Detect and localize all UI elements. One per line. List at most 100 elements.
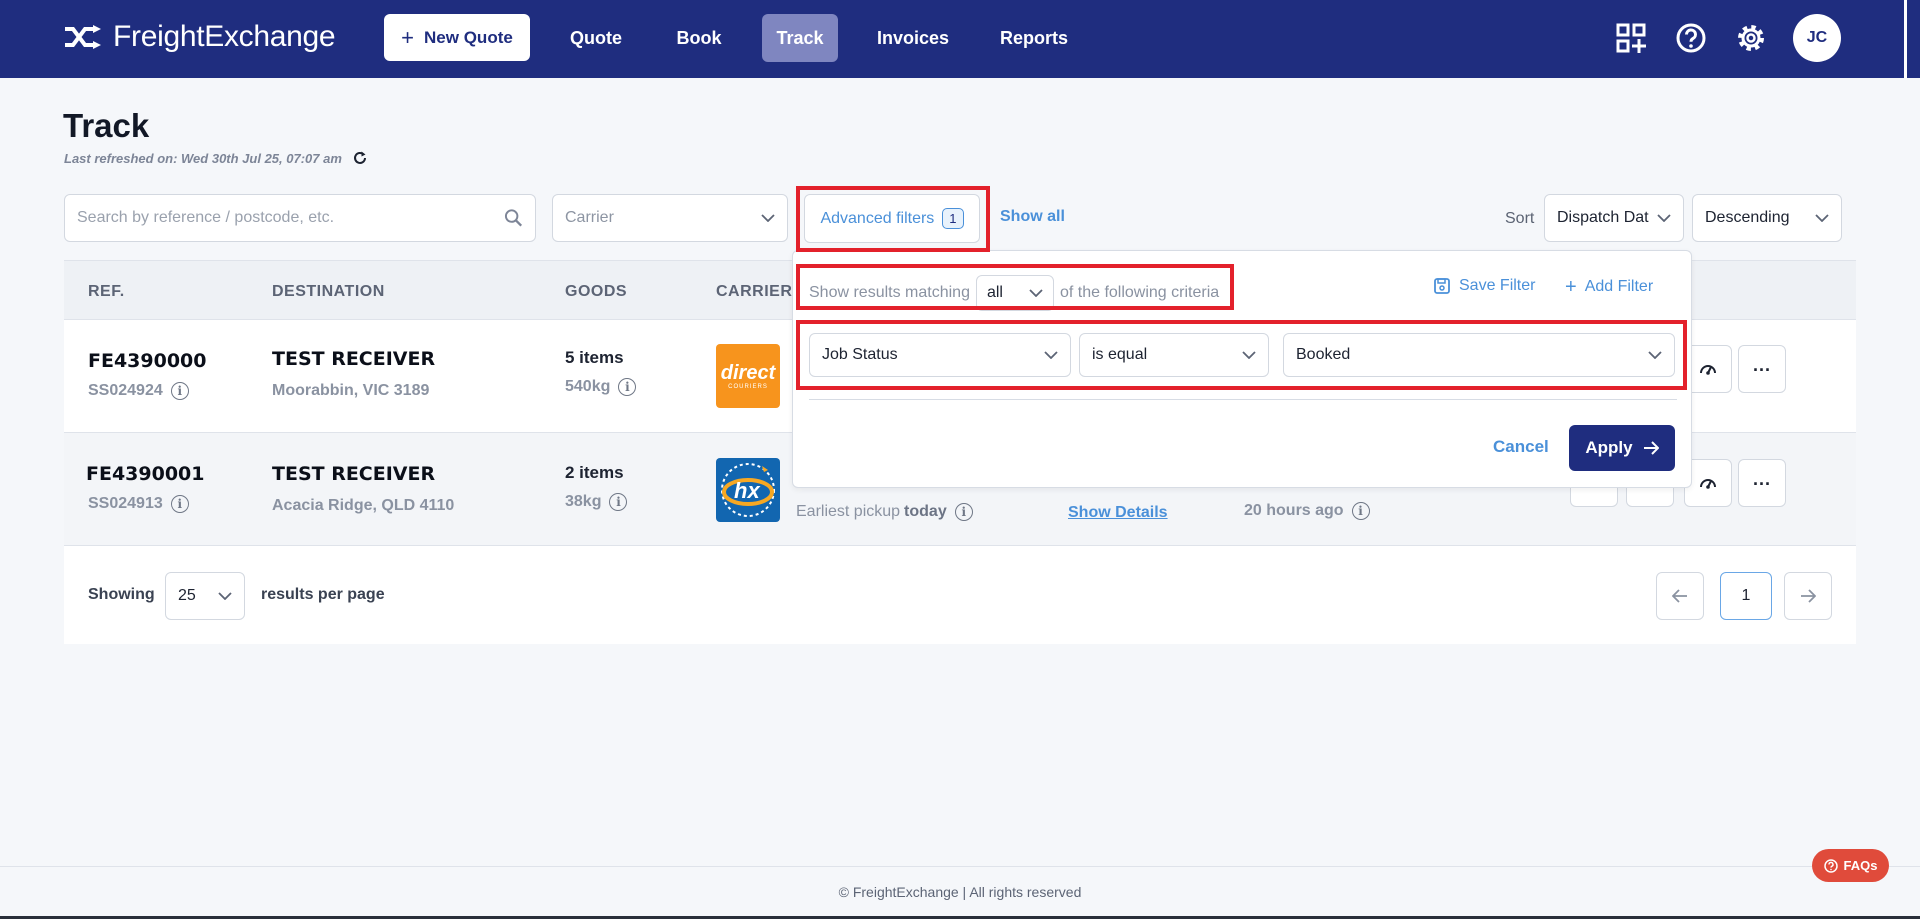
- new-quote-button[interactable]: + New Quote: [384, 14, 530, 61]
- save-filter-button[interactable]: Save Filter: [1433, 277, 1535, 295]
- search-field[interactable]: [64, 194, 536, 242]
- match-criteria-row: Show results matching all of the followi…: [809, 275, 1219, 311]
- goods-weight-text: 38kg: [565, 493, 602, 510]
- nav-link-book[interactable]: Book: [664, 14, 734, 62]
- chevron-down-icon: [1648, 351, 1662, 359]
- nav-link-quote[interactable]: Quote: [560, 14, 632, 62]
- filter-operator-select[interactable]: is equal: [1079, 333, 1269, 377]
- more-options-button[interactable]: ...: [1738, 345, 1786, 393]
- refresh-icon[interactable]: [352, 150, 368, 166]
- prev-page-button[interactable]: [1656, 572, 1704, 620]
- new-quote-label: New Quote: [424, 27, 513, 47]
- nav-link-invoices[interactable]: Invoices: [868, 14, 958, 62]
- carrier-select[interactable]: Carrier: [552, 194, 788, 242]
- arrow-left-icon: [1672, 589, 1687, 603]
- sort-field-select[interactable]: Dispatch Dat: [1544, 194, 1684, 242]
- destination-address: Acacia Ridge, QLD 4110: [272, 497, 455, 514]
- match-suffix: of the following criteria: [1059, 284, 1220, 301]
- goods-items: 5 items: [565, 348, 624, 367]
- logo-word: hx: [734, 478, 760, 503]
- filter-value-select[interactable]: Booked: [1283, 333, 1675, 377]
- help-icon[interactable]: [1671, 18, 1711, 58]
- filter-value-value: Booked: [1296, 346, 1351, 363]
- job-reference[interactable]: FE4390001: [86, 463, 205, 485]
- apply-button[interactable]: Apply: [1569, 425, 1675, 471]
- show-details-link[interactable]: Show Details: [1068, 504, 1168, 522]
- pickup-when: today: [904, 503, 947, 520]
- chevron-down-icon: [218, 592, 232, 600]
- goods-weight: 540kg i: [565, 378, 637, 396]
- more-options-button[interactable]: ...: [1738, 459, 1786, 507]
- search-input[interactable]: [77, 209, 504, 227]
- grid-plus-icon[interactable]: [1611, 18, 1651, 58]
- logo-subword: COURIERS: [728, 383, 768, 390]
- info-icon[interactable]: i: [1351, 502, 1370, 520]
- footer-copyright: © FreightExchange | All rights reserved: [838, 884, 1082, 900]
- match-prefix: Show results matching: [809, 284, 970, 301]
- filter-field-value: Job Status: [822, 346, 898, 363]
- last-refreshed-row: Last refreshed on: Wed 30th Jul 25, 07:0…: [64, 150, 368, 166]
- sort-order-value: Descending: [1705, 209, 1790, 226]
- info-icon[interactable]: i: [170, 382, 189, 400]
- chevron-down-icon: [761, 214, 775, 222]
- per-page-select[interactable]: 25: [165, 572, 245, 620]
- sub-reference: SS024924 i: [88, 382, 189, 400]
- user-avatar[interactable]: JC: [1793, 14, 1841, 62]
- filter-operator-value: is equal: [1092, 346, 1148, 363]
- brand-logo[interactable]: FreightExchange: [63, 20, 336, 54]
- hx-logo: hx: [716, 458, 780, 522]
- add-filter-button[interactable]: + Add Filter: [1565, 277, 1653, 297]
- gauge-icon: [1700, 479, 1716, 489]
- plus-icon: +: [1565, 276, 1577, 298]
- job-reference[interactable]: FE4390000: [88, 350, 207, 372]
- plus-icon: +: [401, 24, 415, 50]
- goods-weight: 38kg i: [565, 493, 628, 511]
- sub-reference-text: SS024913: [88, 495, 163, 512]
- advanced-filters-label: Advanced filters: [820, 209, 935, 227]
- sub-reference: SS024913 i: [88, 495, 189, 513]
- goods-items: 2 items: [565, 463, 624, 482]
- gear-icon[interactable]: [1731, 18, 1771, 58]
- more-icon: ...: [1752, 468, 1771, 489]
- page-number-button[interactable]: 1: [1720, 572, 1772, 620]
- nav-link-track[interactable]: Track: [762, 14, 838, 62]
- per-page-suffix: results per page: [261, 586, 385, 603]
- next-page-button[interactable]: [1784, 572, 1832, 620]
- header-carrier: CARRIER: [716, 283, 793, 300]
- faq-button[interactable]: FAQs: [1812, 849, 1889, 882]
- advanced-filters-panel: Show results matching all of the followi…: [792, 250, 1692, 488]
- showing-label: Showing: [88, 586, 155, 603]
- chevron-down-icon: [1029, 289, 1043, 297]
- goods-weight-text: 540kg: [565, 378, 611, 395]
- logo-word: direct: [720, 361, 776, 384]
- nav-link-reports[interactable]: Reports: [994, 14, 1074, 62]
- sort-order-select[interactable]: Descending: [1692, 194, 1842, 242]
- info-icon[interactable]: i: [618, 378, 637, 396]
- info-icon[interactable]: i: [954, 503, 973, 521]
- header-ref: REF.: [88, 283, 125, 300]
- scrollbar[interactable]: [1904, 0, 1907, 78]
- show-all-link[interactable]: Show all: [1000, 208, 1065, 226]
- earliest-pickup: Earliest pickup today i: [796, 503, 973, 521]
- match-mode-select[interactable]: all: [975, 275, 1054, 311]
- pagination-bar: Showing 25 results per page 1: [64, 546, 1856, 644]
- filter-field-select[interactable]: Job Status: [809, 333, 1071, 377]
- arrow-right-icon: [1801, 589, 1816, 603]
- header-goods: GOODS: [565, 283, 628, 300]
- shuffle-logo-icon: [65, 25, 101, 49]
- help-icon: [1823, 858, 1838, 873]
- search-icon[interactable]: [504, 208, 523, 228]
- chevron-down-icon: [1815, 214, 1829, 222]
- footer-divider: [0, 866, 1920, 867]
- sub-reference-text: SS024924: [88, 382, 163, 399]
- page-title: Track: [63, 107, 150, 144]
- info-icon[interactable]: i: [170, 495, 189, 513]
- filter-count-badge: 1: [942, 208, 964, 229]
- per-page-value: 25: [178, 587, 196, 604]
- add-filter-label: Add Filter: [1584, 278, 1654, 295]
- info-icon[interactable]: i: [609, 493, 628, 511]
- arrow-right-icon: [1643, 441, 1659, 455]
- more-icon: ...: [1752, 354, 1771, 375]
- cancel-button[interactable]: Cancel: [1493, 437, 1549, 457]
- advanced-filters-button[interactable]: Advanced filters 1: [804, 194, 980, 243]
